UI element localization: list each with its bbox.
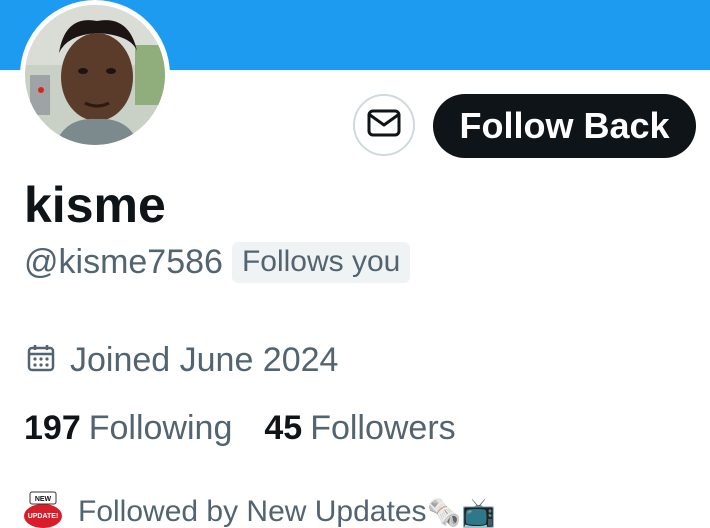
avatar[interactable] — [20, 0, 170, 150]
followers-link[interactable]: 45 Followers — [264, 409, 455, 448]
following-link[interactable]: 197 Following — [24, 409, 232, 448]
calendar-icon — [26, 343, 56, 378]
envelope-icon — [367, 108, 401, 143]
followers-label: Followers — [310, 408, 456, 447]
followed-by-avatar: NEW UPDATE! — [22, 490, 64, 528]
follow-back-button[interactable]: Follow Back — [433, 94, 696, 158]
followed-by-avatar-line2: UPDATE! — [28, 513, 59, 520]
joined-date: Joined June 2024 — [70, 340, 339, 379]
following-label: Following — [88, 408, 233, 447]
followed-by-row[interactable]: NEW UPDATE! Followed by New Updates 🗞️📺 — [22, 490, 496, 528]
followed-by-text: Followed by New Updates — [78, 495, 427, 528]
followers-count: 45 — [264, 408, 303, 447]
profile-page: Follow Back kisme @kisme7586 Follows you… — [0, 0, 710, 528]
follow-stats: 197 Following 45 Followers — [24, 406, 456, 450]
following-count: 197 — [24, 408, 81, 447]
user-handle: @kisme7586 — [24, 242, 223, 281]
followed-by-avatar-line1: NEW — [35, 496, 52, 503]
message-button[interactable] — [353, 94, 415, 156]
follows-you-badge: Follows you — [231, 241, 411, 283]
newspaper-tv-emoji: 🗞️📺 — [426, 496, 497, 528]
avatar-photo — [25, 5, 165, 145]
joined-date-row: Joined June 2024 — [26, 338, 338, 382]
display-name: kisme — [24, 177, 166, 233]
handle-row: @kisme7586 Follows you — [24, 240, 411, 284]
